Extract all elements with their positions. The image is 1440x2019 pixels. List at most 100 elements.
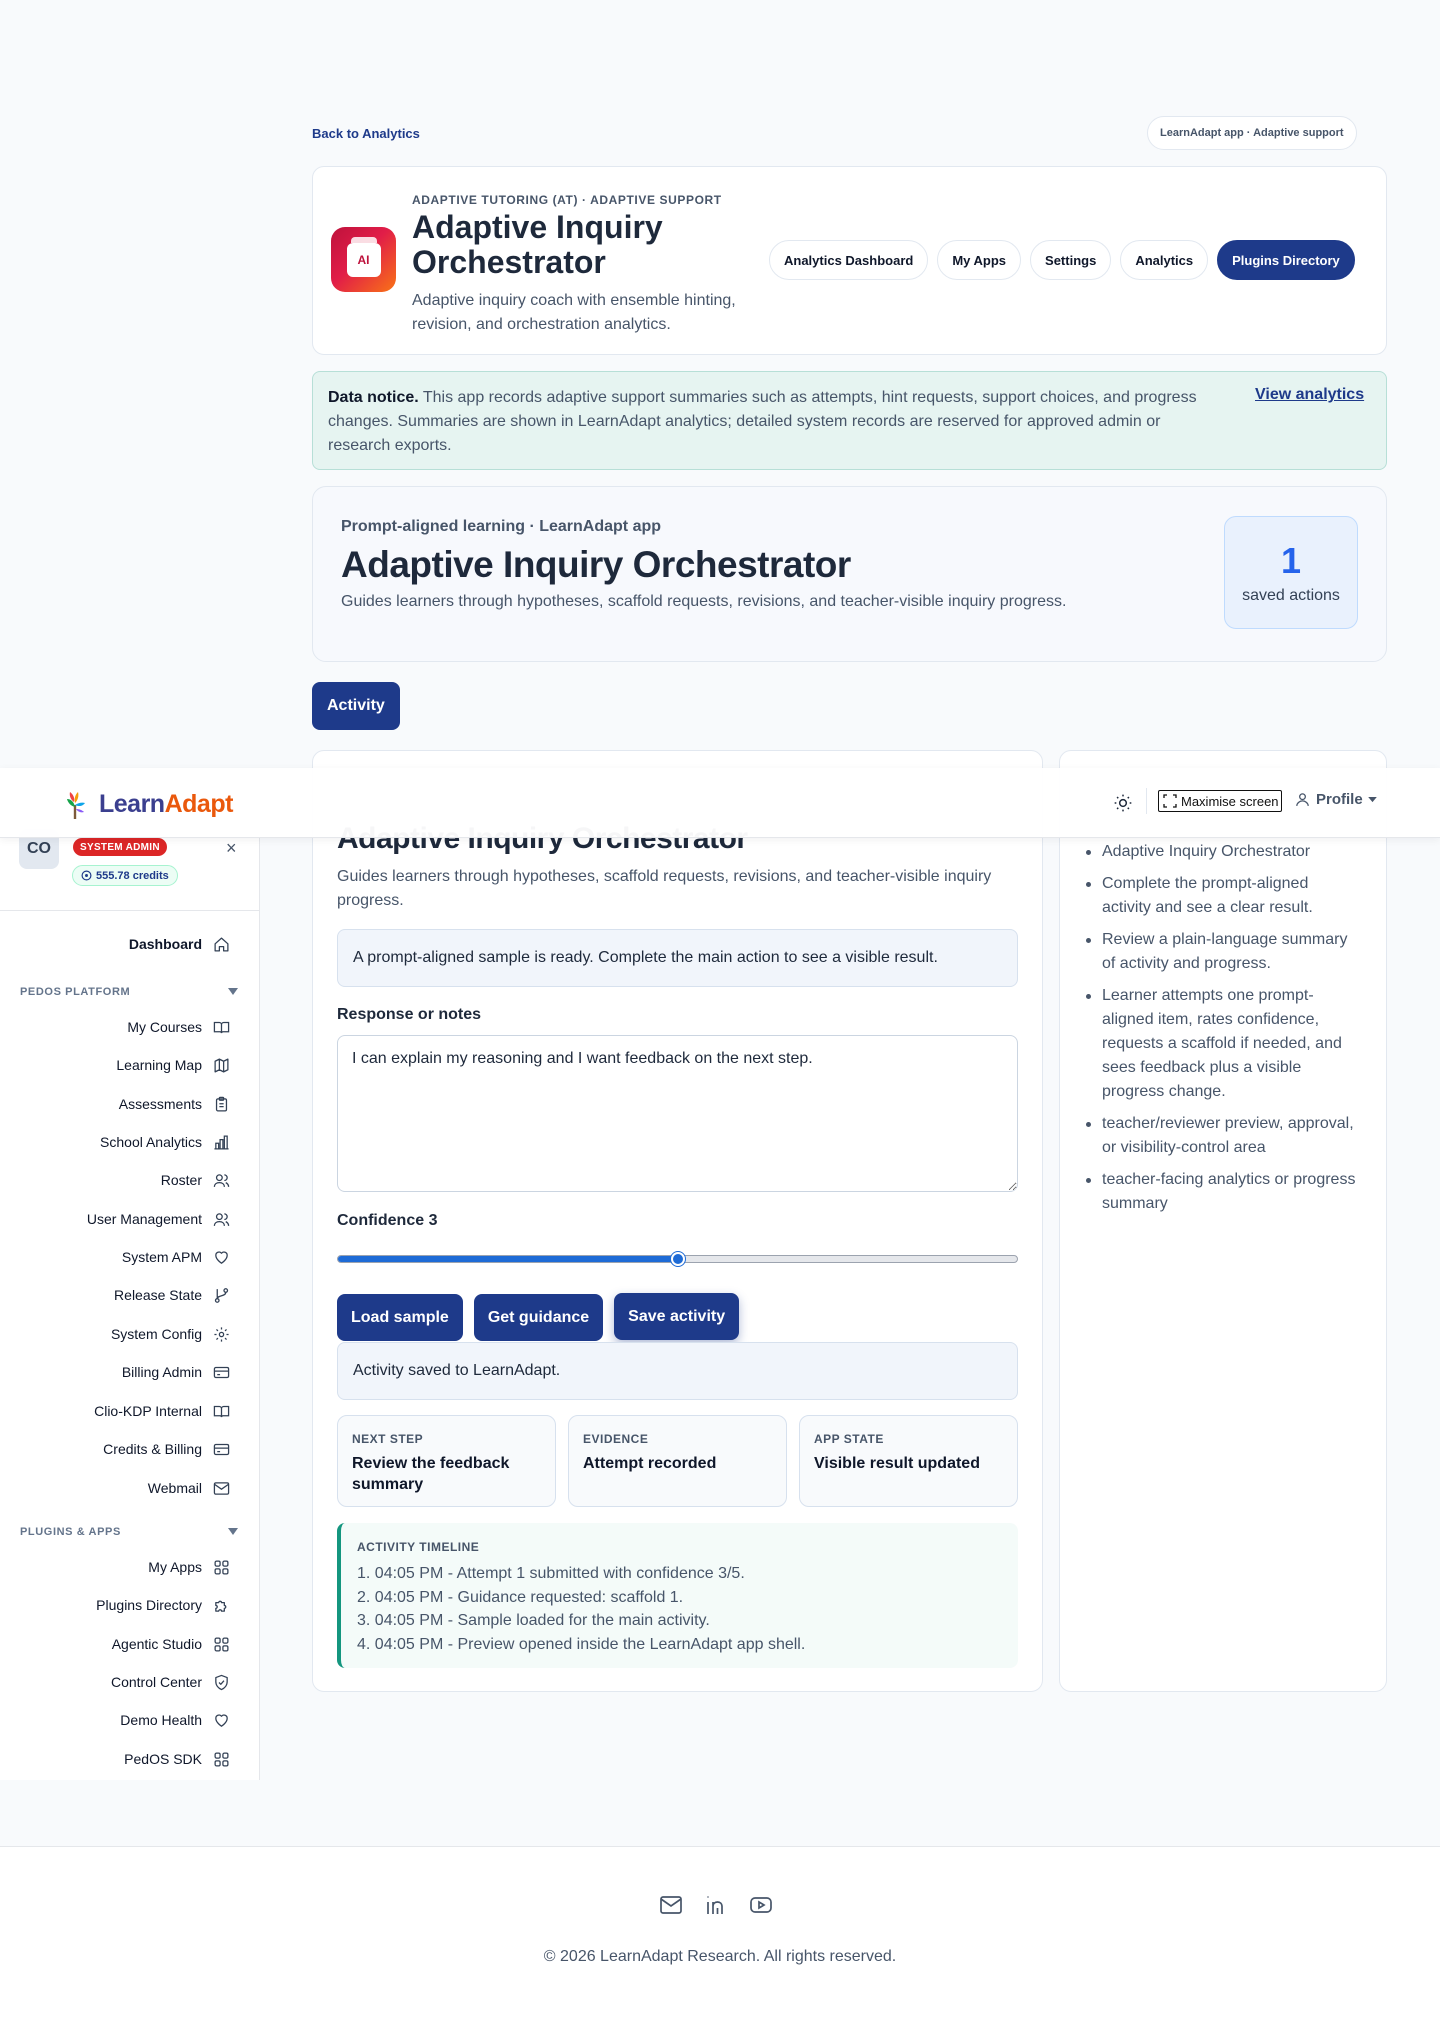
copyright: © 2026 LearnAdapt Research. All rights r… xyxy=(543,1948,897,1965)
hero-description: Guides learners through hypotheses, scaf… xyxy=(341,593,1067,610)
section-label: PEDOS PLATFORM xyxy=(20,986,131,998)
sidebar-item-label: Billing Admin xyxy=(121,1364,202,1380)
nav-analytics[interactable]: Analytics xyxy=(1120,240,1209,280)
next-step-card: NEXT STEP Review the feedback summary xyxy=(337,1415,556,1507)
sidebar-item-label: System Config xyxy=(110,1326,202,1342)
data-notice-text: Data notice. This app records adaptive s… xyxy=(328,386,1218,458)
sidebar-item-dashboard[interactable]: Dashboard xyxy=(129,930,230,958)
chevron-down-icon xyxy=(1367,796,1377,802)
sidebar-item-webmail[interactable]: Webmail xyxy=(148,1474,230,1502)
tab-activity[interactable]: Activity xyxy=(312,682,400,730)
sidebar-item-system-config[interactable]: System Config xyxy=(111,1320,230,1348)
hero-eyebrow: Prompt-aligned learning · LearnAdapt app xyxy=(341,518,662,535)
credit-card-icon xyxy=(213,1443,230,1455)
credits-badge[interactable]: 555.78 credits xyxy=(72,865,178,886)
linkedin-icon[interactable] xyxy=(704,1893,728,1917)
evidence-card: EVIDENCE Attempt recorded xyxy=(568,1415,787,1507)
nav-analytics-dashboard[interactable]: Analytics Dashboard xyxy=(769,240,929,280)
youtube-icon[interactable] xyxy=(749,1893,773,1917)
guide-item: Review a plain-language summary of activ… xyxy=(1080,928,1360,976)
app-title: Adaptive Inquiry Orchestrator xyxy=(412,209,663,280)
response-textarea[interactable]: I can explain my reasoning and I want fe… xyxy=(337,1035,1018,1192)
credits-icon xyxy=(81,870,92,881)
sidebar-item-label: Credits & Billing xyxy=(103,1441,202,1457)
maximise-screen-button[interactable]: Maximise screen xyxy=(1158,790,1282,812)
saved-actions-label: saved actions xyxy=(1242,586,1340,604)
chevron-down-icon xyxy=(228,1528,238,1535)
hero-title: Adaptive Inquiry Orchestrator xyxy=(341,544,851,585)
sidebar-item-label: Webmail xyxy=(147,1480,202,1496)
heart-icon xyxy=(215,1250,228,1264)
grid-icon xyxy=(214,1636,229,1652)
sidebar-item-roster[interactable]: Roster xyxy=(161,1166,230,1194)
brand-logo[interactable]: LearnAdapt xyxy=(57,787,233,821)
sidebar-item-pedos-sdk[interactable]: PedOS SDK xyxy=(124,1745,230,1773)
data-notice-body: This app records adaptive support summar… xyxy=(328,389,1197,454)
section-label: PLUGINS & APPS xyxy=(20,1526,121,1538)
user-icon xyxy=(1296,793,1309,806)
guide-item: Adaptive Inquiry Orchestrator xyxy=(1080,840,1360,864)
users-icon xyxy=(213,1212,230,1226)
section-plugins-apps[interactable]: PLUGINS & APPS xyxy=(20,1522,238,1542)
nav-settings[interactable]: Settings xyxy=(1030,240,1112,280)
sidebar-item-label: Dashboard xyxy=(128,936,202,952)
brand-name-learn: Learn xyxy=(99,789,165,818)
load-sample-button[interactable]: Load sample xyxy=(337,1294,463,1341)
confidence-slider-fill xyxy=(338,1256,678,1262)
sidebar-divider xyxy=(0,910,260,911)
book-icon xyxy=(213,1021,230,1033)
status-cards: NEXT STEP Review the feedback summary EV… xyxy=(337,1415,1018,1507)
mail-icon[interactable] xyxy=(659,1893,683,1917)
sidebar-item-user-management[interactable]: User Management xyxy=(87,1205,230,1233)
sidebar-item-control-center[interactable]: Control Center xyxy=(111,1668,230,1696)
sidebar-item-demo-health[interactable]: Demo Health xyxy=(120,1706,230,1734)
profile-label: Profile xyxy=(1316,791,1363,808)
close-sidebar-icon[interactable]: × xyxy=(226,838,237,859)
sidebar-item-assessments[interactable]: Assessments xyxy=(119,1090,230,1118)
topbar-divider xyxy=(1146,788,1147,814)
brand-name: LearnAdapt xyxy=(99,790,233,819)
sidebar-item-school-analytics[interactable]: School Analytics xyxy=(100,1128,230,1156)
sidebar-item-label: Demo Health xyxy=(120,1712,202,1728)
nav-my-apps[interactable]: My Apps xyxy=(937,240,1022,280)
sidebar-item-release-state[interactable]: Release State xyxy=(114,1281,230,1309)
response-label: Response or notes xyxy=(337,1006,482,1023)
app-context-pill: LearnAdapt app · Adaptive support xyxy=(1147,116,1357,150)
stat-value: Review the feedback summary xyxy=(352,1455,510,1493)
sidebar-item-billing-admin[interactable]: Billing Admin xyxy=(122,1358,230,1386)
view-analytics-link[interactable]: View analytics xyxy=(1255,386,1364,404)
credits-amount: 555.78 credits xyxy=(96,869,169,882)
sidebar-item-my-courses[interactable]: My Courses xyxy=(127,1013,230,1041)
sidebar-item-clio-kdp-internal[interactable]: Clio-KDP Internal xyxy=(94,1397,230,1425)
confidence-slider-thumb[interactable] xyxy=(670,1252,685,1266)
guide-list: Adaptive Inquiry Orchestrator Complete t… xyxy=(1080,840,1360,1224)
guide-item: teacher/reviewer preview, approval, or v… xyxy=(1080,1112,1360,1160)
back-to-analytics-link[interactable]: Back to Analytics xyxy=(312,126,420,141)
puzzle-icon xyxy=(215,1600,227,1612)
sidebar-item-label: Agentic Studio xyxy=(111,1636,202,1652)
stat-label: NEXT STEP xyxy=(352,1432,424,1446)
sidebar-item-system-apm[interactable]: System APM xyxy=(122,1243,230,1271)
profile-menu[interactable]: Profile xyxy=(1294,791,1377,808)
nav-plugins-directory[interactable]: Plugins Directory xyxy=(1217,240,1355,280)
sidebar-item-label: Release State xyxy=(114,1287,202,1303)
sidebar-item-credits-billing[interactable]: Credits & Billing xyxy=(103,1435,230,1463)
saved-actions-counter: 1 saved actions xyxy=(1224,516,1358,629)
get-guidance-button[interactable]: Get guidance xyxy=(473,1294,604,1341)
sidebar-item-agentic-studio[interactable]: Agentic Studio xyxy=(112,1630,230,1658)
sidebar-item-learning-map[interactable]: Learning Map xyxy=(116,1051,230,1079)
section-pedos-platform[interactable]: PEDOS PLATFORM xyxy=(20,982,238,1002)
grid-icon xyxy=(214,1559,229,1575)
stat-label: EVIDENCE xyxy=(583,1432,649,1446)
sidebar-item-plugins-directory[interactable]: Plugins Directory xyxy=(96,1591,230,1619)
save-status-message: Activity saved to LearnAdapt. xyxy=(337,1342,1018,1400)
sidebar-item-label: My Apps xyxy=(148,1559,202,1575)
timeline-item: 3. 04:05 PM - Sample loaded for the main… xyxy=(357,1612,710,1629)
save-activity-button[interactable]: Save activity xyxy=(614,1293,740,1340)
maximise-icon xyxy=(1163,794,1177,808)
sidebar-item-label: Learning Map xyxy=(116,1057,202,1073)
theme-toggle-sun-icon[interactable] xyxy=(1113,793,1133,813)
sidebar-item-label: System APM xyxy=(121,1249,202,1265)
stat-value: Visible result updated xyxy=(814,1455,980,1472)
sidebar-item-my-apps[interactable]: My Apps xyxy=(148,1553,230,1581)
